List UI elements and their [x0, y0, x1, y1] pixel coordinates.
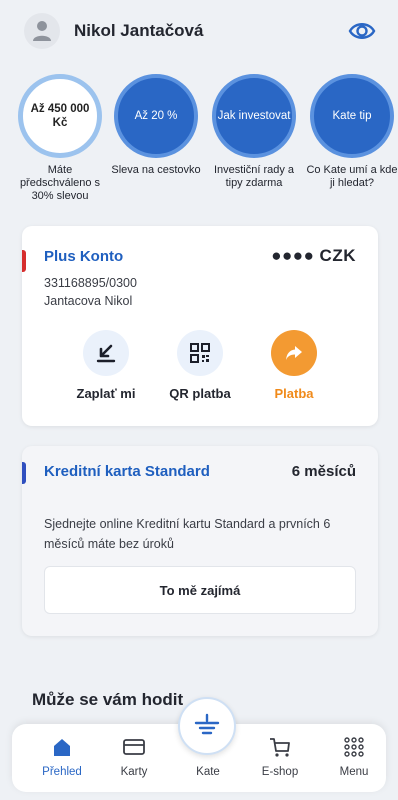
request-money-icon: [96, 344, 116, 363]
bubble-circle: Jak investovat: [212, 74, 296, 158]
nav-label-overview: Přehled: [42, 766, 82, 778]
send-arrow-icon: [286, 346, 302, 360]
grid-icon: [344, 737, 364, 757]
nav-item-menu[interactable]: Menu: [324, 736, 384, 778]
kate-fab[interactable]: [178, 697, 236, 755]
bubble-invest[interactable]: Jak investovat Investiční rady a tipy zd…: [208, 74, 300, 190]
nav-label-eshop: E-shop: [261, 766, 299, 778]
account-holder: Jantacova Nikol: [44, 294, 133, 308]
nav-item-eshop[interactable]: E-shop: [250, 736, 310, 778]
request-payment-button[interactable]: Zaplať mi: [56, 330, 156, 401]
story-bubbles: Až 450 000 Kč Máte předschváleno s 30% s…: [0, 74, 398, 214]
bubble-circle: Kate tip: [310, 74, 394, 158]
avatar[interactable]: [24, 13, 60, 49]
card-icon: [123, 739, 145, 755]
bubble-circle: Až 20 %: [114, 74, 198, 158]
kate-icon: [194, 713, 220, 735]
qr-code-icon: [190, 343, 210, 363]
account-name: Plus Konto: [44, 248, 124, 265]
bubble-preapproved[interactable]: Až 450 000 Kč Máte předschváleno s 30% s…: [14, 74, 106, 203]
user-name: Nikol Jantačová: [74, 21, 204, 40]
qr-payment-label: QR platba: [169, 386, 231, 401]
account-card[interactable]: Plus Konto ●●●● CZK 331168895/0300 Janta…: [22, 226, 378, 426]
bubble-caption: Máte předschváleno s 30% slevou: [19, 164, 101, 202]
bubble-caption: Investiční rady a tipy zdarma: [213, 164, 295, 189]
account-number: 331168895/0300: [44, 276, 137, 290]
action-circle: [177, 330, 223, 376]
qr-payment-button[interactable]: QR platba: [150, 330, 250, 401]
bubble-caption: Co Kate umí a kde ji hledat?: [306, 164, 398, 189]
home-icon: [54, 739, 70, 756]
payment-button[interactable]: Platba: [244, 330, 344, 401]
promo-description: Sjednejte online Kreditní kartu Standard…: [44, 517, 331, 551]
action-circle: [83, 330, 129, 376]
bubble-kate-tip[interactable]: Kate tip Co Kate umí a kde ji hledat?: [306, 74, 398, 190]
person-icon: [33, 21, 51, 41]
payment-label: Platba: [274, 386, 314, 401]
bubble-discount[interactable]: Až 20 % Sleva na cestovko: [110, 74, 202, 177]
eye-icon[interactable]: [348, 18, 376, 44]
promo-badge: 6 měsíců: [291, 463, 356, 480]
action-circle: [271, 330, 317, 376]
header: Nikol Jantačová: [0, 0, 398, 62]
nav-label-menu: Menu: [339, 766, 369, 778]
interested-button[interactable]: To mě zajímá: [44, 566, 356, 614]
promo-accent: [22, 462, 26, 484]
promo-card: Kreditní karta Standard 6 měsíců Sjednej…: [22, 446, 378, 636]
nav-label-cards: Karty: [120, 766, 148, 778]
account-balance[interactable]: ●●●● CZK: [271, 246, 356, 266]
nav-item-overview[interactable]: Přehled: [32, 736, 92, 778]
request-payment-label: Zaplať mi: [76, 386, 136, 401]
account-accent: [22, 250, 26, 272]
cart-icon: [270, 738, 290, 757]
section-title: Může se vám hodit: [32, 690, 184, 709]
bubble-circle: Až 450 000 Kč: [18, 74, 102, 158]
bubble-caption: Sleva na cestovko: [111, 164, 201, 176]
promo-title[interactable]: Kreditní karta Standard: [44, 460, 224, 484]
nav-item-cards[interactable]: Karty: [104, 736, 164, 778]
nav-label-kate: Kate: [196, 766, 220, 778]
